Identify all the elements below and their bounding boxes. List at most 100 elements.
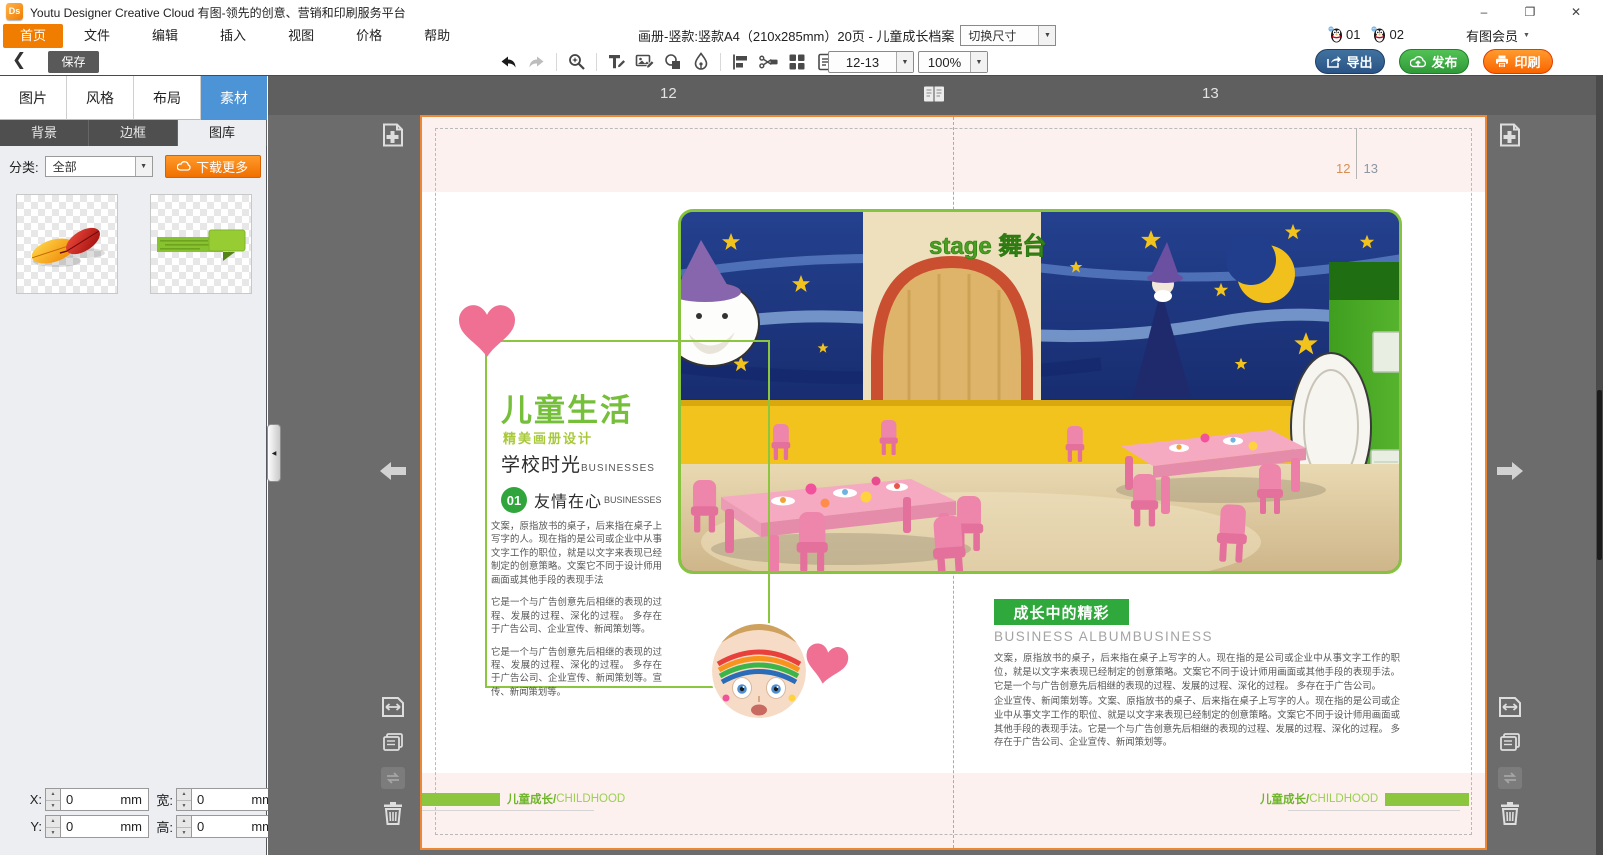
spin-up-icon[interactable]: ▲	[46, 789, 60, 801]
scrollbar-thumb[interactable]	[1597, 390, 1602, 560]
qq-account-1[interactable]: 01	[1327, 26, 1360, 43]
heart-decoration[interactable]	[802, 642, 850, 688]
spin-down-icon[interactable]: ▼	[177, 828, 191, 839]
add-page-icon[interactable]	[1497, 122, 1523, 148]
tab-layout[interactable]: 布局	[134, 76, 201, 120]
delete-page-icon[interactable]	[1497, 800, 1523, 826]
y-input[interactable]	[61, 819, 113, 834]
left-page-section[interactable]: 学校时光 BUSINESSES	[501, 450, 655, 477]
page-selector-dropdown[interactable]: 12-13 ▼	[828, 51, 914, 73]
material-thumb-autumn-leaves[interactable]	[16, 194, 118, 294]
subtab-borders[interactable]: 边框	[89, 120, 178, 146]
spin-up-icon[interactable]: ▲	[177, 816, 191, 828]
page-spread[interactable]: 12 13	[420, 115, 1487, 850]
prev-page-arrow[interactable]	[380, 458, 406, 484]
section-title-en: BUSINESSES	[581, 463, 655, 474]
export-button[interactable]: 导出	[1315, 49, 1385, 74]
menu-price[interactable]: 价格	[335, 24, 403, 48]
add-page-icon[interactable]	[380, 122, 406, 148]
save-button[interactable]: 保存	[48, 51, 99, 73]
left-page-title[interactable]: 儿童生活	[501, 385, 633, 430]
x-input[interactable]	[61, 792, 113, 807]
redo-button[interactable]	[526, 52, 547, 73]
delete-page-icon[interactable]	[380, 800, 406, 826]
toolbar: ❮ 保存 12-13 ▼ 100% ▼ 导出 发布 印	[0, 48, 1603, 76]
qq-accounts: 01 02	[1327, 26, 1404, 43]
edit-image-icon[interactable]	[634, 52, 655, 73]
category-dropdown[interactable]: 全部 ▼	[45, 156, 153, 177]
left-page-paragraphs[interactable]: 文案，原指放书的桌子，后来指在桌子上写字的人。现在指的是公司或企业中从事文字工作…	[491, 519, 662, 707]
heart-decoration[interactable]	[459, 305, 515, 357]
page-resize-icon[interactable]	[1497, 694, 1523, 720]
subtab-gallery[interactable]: 图库	[178, 120, 267, 146]
right-page-paragraphs[interactable]: 文案，原指放书的桌子，后来指在桌子上写字的人。现在指的是公司或企业中从事文字工作…	[994, 651, 1400, 750]
maximize-button[interactable]: ❐	[1507, 0, 1553, 24]
tab-images[interactable]: 图片	[0, 76, 67, 120]
subtab-backgrounds[interactable]: 背景	[0, 120, 89, 146]
spin-up-icon[interactable]: ▲	[46, 816, 60, 828]
crop-icon[interactable]	[758, 52, 779, 73]
tab-materials[interactable]: 素材	[201, 76, 267, 120]
edit-text-icon[interactable]	[606, 52, 627, 73]
width-input[interactable]	[192, 792, 244, 807]
sidebar-subtabs: 背景 边框 图库	[0, 120, 267, 146]
menu-bar: 首页 文件 编辑 插入 视图 价格 帮助 画册-竖款:竖款A4（210x285m…	[0, 24, 1603, 48]
pen-tool-icon[interactable]	[690, 52, 711, 73]
chevron-down-icon: ▼	[135, 157, 152, 176]
menu-edit[interactable]: 编辑	[131, 24, 199, 48]
vertical-scrollbar[interactable]	[1596, 76, 1603, 855]
right-page-footer[interactable]: 儿童成长/ CHILDHOOD	[1260, 791, 1469, 807]
publish-button[interactable]: 发布	[1399, 49, 1469, 74]
menu-help[interactable]: 帮助	[403, 24, 471, 48]
menu-view[interactable]: 视图	[267, 24, 335, 48]
align-icon[interactable]	[730, 52, 751, 73]
download-more-button[interactable]: 下载更多	[165, 155, 261, 178]
menu-insert[interactable]: 插入	[199, 24, 267, 48]
paragraph: 它是一个与广告创意先后相继的表现的过程、发展的过程、深化的过程。 多存在于广告公…	[491, 645, 662, 699]
child-face-photo[interactable]	[712, 624, 806, 718]
copy-page-icon[interactable]	[1497, 730, 1523, 756]
menu-home[interactable]: 首页	[3, 24, 63, 48]
grid-view-icon[interactable]	[786, 52, 807, 73]
classroom-photo[interactable]: stage 舞台	[678, 209, 1402, 574]
spin-down-icon[interactable]: ▼	[177, 801, 191, 812]
qq-account-2[interactable]: 02	[1370, 26, 1403, 43]
print-button[interactable]: 印刷	[1483, 49, 1553, 74]
y-stepper[interactable]: ▲▼	[45, 815, 61, 838]
menu-file[interactable]: 文件	[63, 24, 131, 48]
shape-tool-icon[interactable]	[662, 52, 683, 73]
minimize-button[interactable]: –	[1461, 0, 1507, 24]
right-page-heading-en[interactable]: BUSINESS ALBUMBUSINESS	[994, 629, 1213, 644]
height-stepper[interactable]: ▲▼	[176, 815, 192, 838]
spin-up-icon[interactable]: ▲	[177, 789, 191, 801]
close-button[interactable]: ✕	[1553, 0, 1599, 24]
corner-divider	[1356, 129, 1357, 179]
pager-left-number: 12	[660, 85, 677, 102]
tab-styles[interactable]: 风格	[67, 76, 134, 120]
spin-down-icon[interactable]: ▼	[46, 801, 60, 812]
spread-view-icon[interactable]	[923, 85, 945, 106]
magic-select-icon[interactable]	[566, 52, 587, 73]
left-page-subtitle[interactable]: 精美画册设计	[503, 428, 593, 447]
material-thumb-green-banner[interactable]	[150, 194, 252, 294]
transform-panel: X: ▲▼ mm 宽: ▲▼ mm Y: ▲▼ mm 高: ▲▼ mm	[22, 788, 280, 842]
next-page-arrow[interactable]	[1497, 458, 1523, 484]
height-input[interactable]	[192, 819, 244, 834]
sidebar-collapse-handle[interactable]: ◀	[267, 424, 281, 482]
swap-page-icon-disabled	[1497, 765, 1523, 791]
switch-size-dropdown[interactable]: 切换尺寸 ▼	[960, 25, 1056, 46]
right-page-heading[interactable]: 成长中的精彩	[994, 599, 1129, 625]
left-page-footer[interactable]: 儿童成长/ CHILDHOOD	[422, 791, 625, 807]
back-button[interactable]: ❮	[12, 50, 26, 70]
member-menu[interactable]: 有图会员 ▼	[1466, 26, 1530, 45]
badge-title-en: BUSINESSES	[604, 495, 662, 505]
divider	[720, 53, 721, 71]
undo-button[interactable]	[498, 52, 519, 73]
width-stepper[interactable]: ▲▼	[176, 788, 192, 811]
left-page-badge-row[interactable]: 01 友情在心 BUSINESSES	[501, 487, 662, 513]
x-stepper[interactable]: ▲▼	[45, 788, 61, 811]
spin-down-icon[interactable]: ▼	[46, 828, 60, 839]
page-resize-icon[interactable]	[380, 694, 406, 720]
zoom-level-dropdown[interactable]: 100% ▼	[918, 51, 988, 73]
copy-page-icon[interactable]	[380, 730, 406, 756]
